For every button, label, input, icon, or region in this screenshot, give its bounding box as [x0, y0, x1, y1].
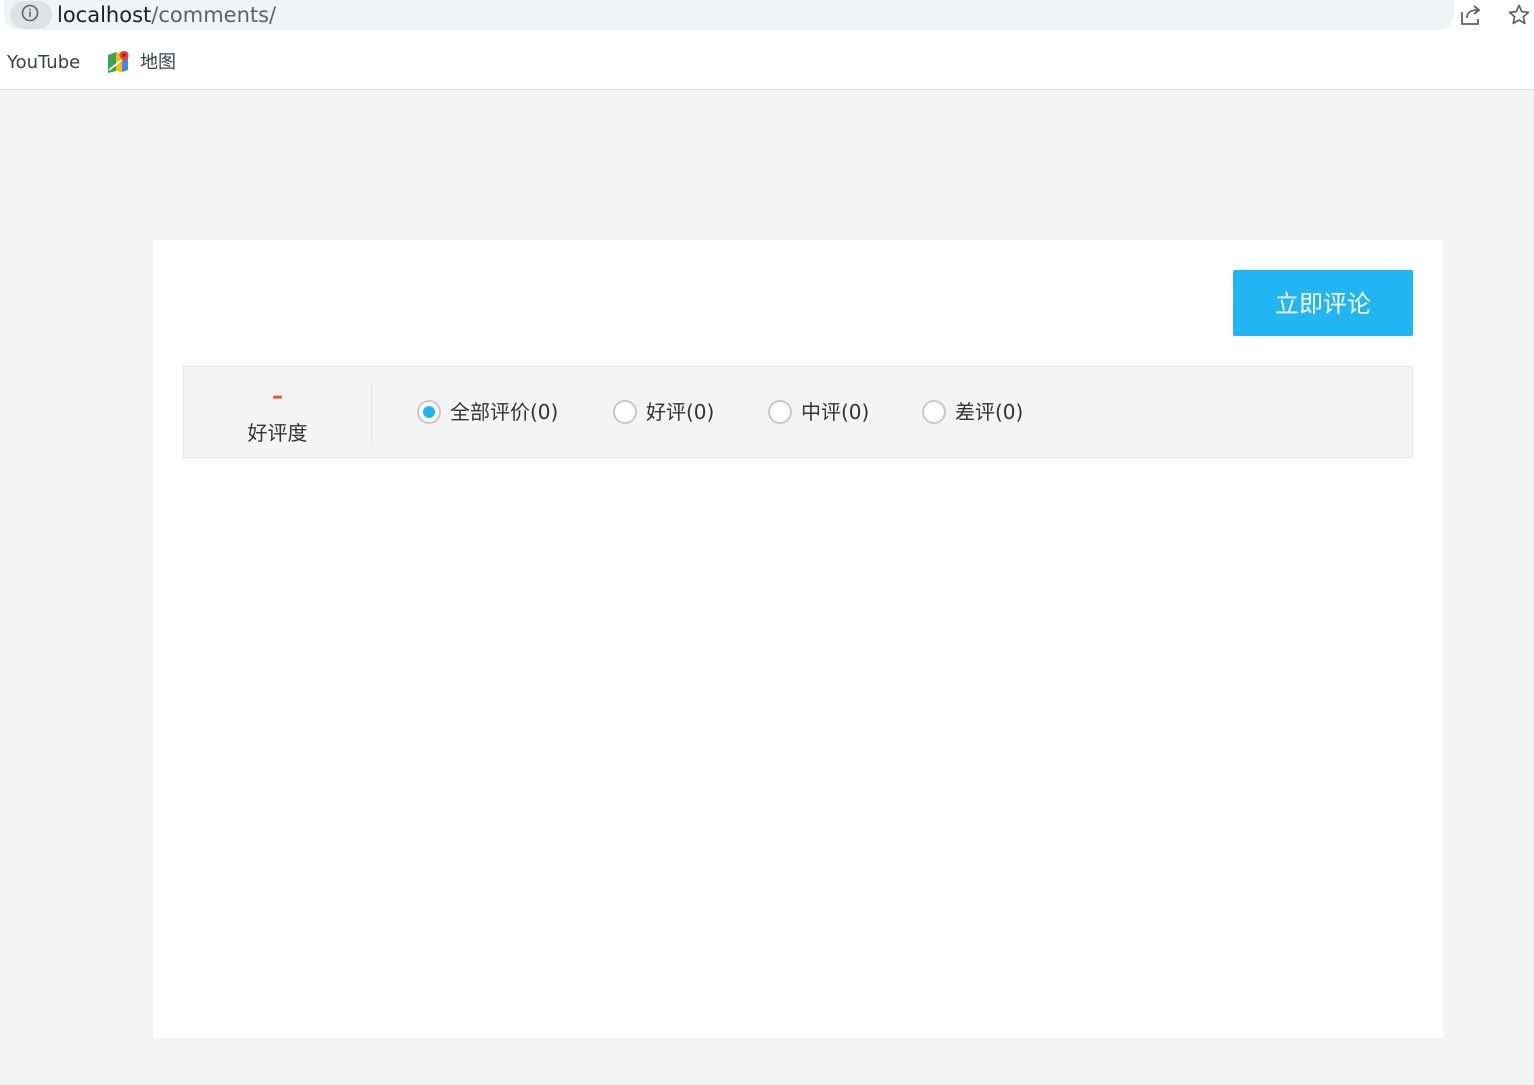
positive-rate-value: –: [272, 384, 283, 409]
share-icon[interactable]: [1458, 3, 1484, 27]
filter-neutral[interactable]: 中评(0): [768, 397, 869, 427]
radio-negative[interactable]: [922, 400, 946, 424]
filter-negative-label: 差评(0): [955, 400, 1024, 424]
bookmark-maps[interactable]: 地图: [140, 51, 176, 75]
browser-address-bar: localhost/comments/: [0, 0, 1534, 36]
filter-negative[interactable]: 差评(0): [922, 397, 1023, 427]
radio-neutral[interactable]: [768, 400, 792, 424]
comments-panel: 立即评论 – 好评度 全部评价(0) 好评(0) 中评(0) 差评(0): [153, 240, 1443, 1038]
bookmark-youtube[interactable]: YouTube: [7, 51, 80, 75]
comment-now-button[interactable]: 立即评论: [1233, 270, 1413, 336]
divider: [371, 384, 372, 442]
url-host: localhost: [57, 3, 152, 27]
url-path: /comments/: [151, 3, 277, 27]
filter-positive-label: 好评(0): [646, 400, 715, 424]
url-text[interactable]: localhost/comments/: [57, 2, 276, 28]
comment-filter-bar: – 好评度 全部评价(0) 好评(0) 中评(0) 差评(0): [183, 366, 1413, 458]
radio-all[interactable]: [417, 400, 441, 424]
bookmark-star-icon[interactable]: [1507, 3, 1531, 27]
filter-neutral-label: 中评(0): [801, 400, 870, 424]
bookmarks-bar: YouTube 地图: [0, 36, 1534, 90]
filter-all[interactable]: 全部评价(0): [417, 397, 558, 427]
url-box[interactable]: localhost/comments/: [4, 0, 1454, 30]
filter-all-label: 全部评价(0): [450, 400, 559, 424]
info-icon: [21, 4, 39, 22]
radio-positive[interactable]: [613, 400, 637, 424]
positive-rate-box: – 好评度: [184, 367, 371, 457]
maps-icon[interactable]: [106, 50, 130, 74]
positive-rate-label: 好评度: [247, 421, 308, 445]
filter-positive[interactable]: 好评(0): [613, 397, 714, 427]
